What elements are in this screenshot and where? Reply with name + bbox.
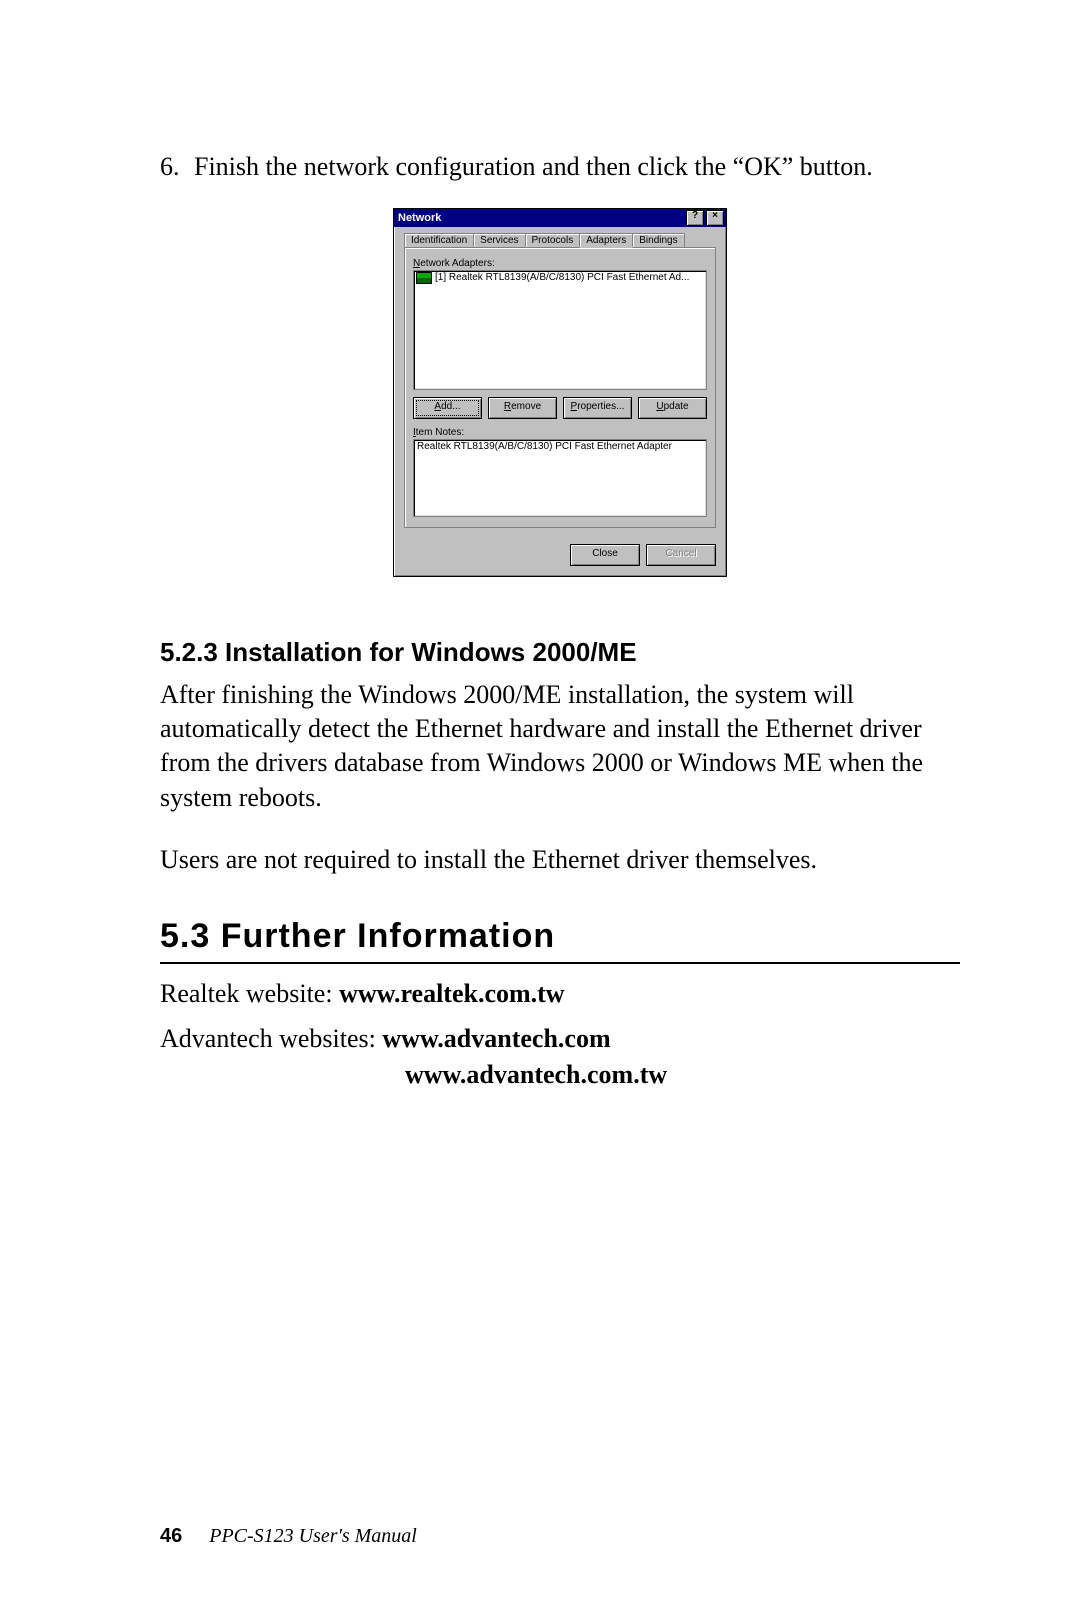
network-dialog: Network ? × Identification Services Prot…	[393, 208, 727, 577]
tab-adapters[interactable]: Adapters	[579, 233, 633, 248]
item-notes-label: Item Notes:	[413, 427, 707, 438]
item-notes-box[interactable]: Realtek RTL8139(A/B/C/8130) PCI Fast Eth…	[413, 439, 707, 517]
page-footer: 46 PPC-S123 User's Manual	[160, 1525, 417, 1548]
advantech-url-1: www.advantech.com	[382, 1024, 610, 1053]
tab-bindings[interactable]: Bindings	[632, 233, 684, 248]
instruction-step: 6. Finish the network configuration and …	[160, 150, 960, 184]
dialog-titlebar[interactable]: Network ? ×	[394, 209, 726, 227]
list-item[interactable]: [1] Realtek RTL8139(A/B/C/8130) PCI Fast…	[414, 271, 706, 285]
add-button[interactable]: Add...	[413, 397, 482, 419]
close-icon[interactable]: ×	[706, 210, 724, 226]
adapters-label: Network Adapters:	[413, 258, 707, 269]
adapters-listbox[interactable]: [1] Realtek RTL8139(A/B/C/8130) PCI Fast…	[413, 270, 707, 390]
advantech-url-2: www.advantech.com.tw	[405, 1060, 667, 1089]
tab-panel-adapters: Network Adapters: [1] Realtek RTL8139(A/…	[404, 247, 716, 528]
subsection-heading: 5.2.3 Installation for Windows 2000/ME	[160, 637, 960, 668]
advantech-line-1: Advantech websites: www.advantech.com	[160, 1021, 960, 1056]
section-rule	[160, 962, 960, 964]
tab-strip: Identification Services Protocols Adapte…	[404, 233, 716, 248]
tab-services[interactable]: Services	[473, 233, 525, 248]
realtek-line: Realtek website: www.realtek.com.tw	[160, 976, 960, 1011]
body-paragraph: Users are not required to install the Et…	[160, 843, 960, 877]
remove-button[interactable]: Remove	[488, 397, 557, 419]
help-button[interactable]: ?	[686, 210, 704, 226]
cancel-button: Cancel	[646, 544, 716, 566]
body-paragraph: After finishing the Windows 2000/ME inst…	[160, 678, 960, 815]
advantech-line-2: www.advantech.com.tw	[160, 1057, 960, 1092]
step-number: 6.	[160, 150, 194, 184]
section-heading: 5.3 Further Information	[160, 917, 960, 956]
update-button[interactable]: Update	[638, 397, 707, 419]
tab-protocols[interactable]: Protocols	[525, 233, 581, 248]
nic-icon	[416, 272, 432, 284]
close-button[interactable]: Close	[570, 544, 640, 566]
page-number: 46	[160, 1525, 182, 1547]
step-text: Finish the network configuration and the…	[194, 150, 960, 184]
dialog-title: Network	[398, 212, 441, 224]
adapter-name: [1] Realtek RTL8139(A/B/C/8130) PCI Fast…	[435, 272, 689, 283]
realtek-url: www.realtek.com.tw	[339, 979, 565, 1008]
manual-title: PPC-S123 User's Manual	[209, 1525, 417, 1547]
properties-button[interactable]: Properties...	[563, 397, 632, 419]
tab-identification[interactable]: Identification	[404, 233, 474, 248]
